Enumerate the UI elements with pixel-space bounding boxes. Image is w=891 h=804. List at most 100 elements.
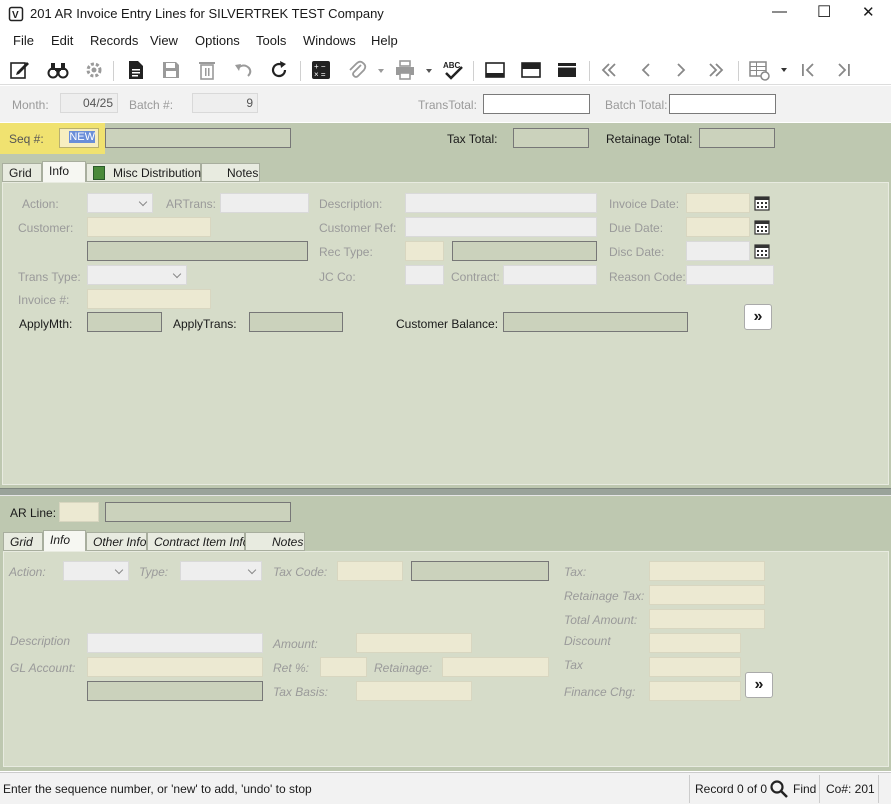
tab-misc-distributions[interactable]: Misc Distributions [86,163,207,182]
menu-view[interactable]: View [150,33,178,48]
tax-two-field[interactable] [649,657,741,677]
line-action-select[interactable] [63,561,129,581]
search-icon[interactable] [769,779,789,799]
find-button[interactable]: Find [793,782,816,796]
maximize-button[interactable]: ☐ [817,2,831,22]
finance-chg-label: Finance Chg: [564,685,636,699]
line-description-field[interactable] [87,633,263,653]
retainage-tax-field[interactable] [649,585,765,605]
calendar-icon[interactable] [753,194,771,212]
tab-other-info[interactable]: Other Info [86,532,147,551]
grid-settings-dropdown-icon[interactable] [781,68,787,72]
action-select[interactable] [87,193,153,213]
invoice-no-field[interactable] [87,289,211,309]
calculator-icon[interactable]: + − × = [310,59,332,81]
ar-line-field[interactable] [59,502,99,522]
layout-top-icon[interactable] [520,59,542,81]
tab-grid[interactable]: Grid [2,163,42,182]
company-number: Co#: 201 [826,782,875,796]
contract-field[interactable] [503,265,597,285]
due-date-field[interactable] [686,217,750,237]
line-type-select[interactable] [180,561,262,581]
attach-icon[interactable] [346,59,368,81]
print-icon[interactable] [394,59,416,81]
first-double-icon[interactable] [598,59,620,81]
invoice-date-field[interactable] [686,193,750,213]
jc-co-field[interactable] [405,265,444,285]
menu-windows[interactable]: Windows [303,33,356,48]
retainage-field[interactable] [442,657,549,677]
undo-icon[interactable] [232,59,254,81]
tax-basis-label: Tax Basis: [273,685,328,699]
gl-account-field[interactable] [87,657,263,677]
tax-field[interactable] [649,561,765,581]
menu-options[interactable]: Options [195,33,240,48]
spellcheck-icon[interactable]: ABC [442,59,464,81]
discount-field[interactable] [649,633,741,653]
binoculars-icon[interactable] [47,59,69,81]
menu-help[interactable]: Help [371,33,398,48]
ret-pct-label: Ret %: [273,661,310,675]
last-double-icon[interactable] [705,59,727,81]
finance-chg-field[interactable] [649,681,741,701]
refresh-icon[interactable] [268,59,290,81]
rec-type-field[interactable] [405,241,444,261]
edit-icon[interactable] [9,59,31,81]
menu-records[interactable]: Records [90,33,138,48]
seq-field[interactable]: NEW [59,128,99,148]
attach-dropdown-icon[interactable] [378,69,384,73]
new-record-icon[interactable] [125,59,147,81]
prev-icon[interactable] [635,59,657,81]
tab-notes[interactable]: Notes [201,163,260,182]
batch-field[interactable]: 9 [192,93,258,113]
next-icon[interactable] [670,59,692,81]
line-more-info-button[interactable]: » [745,672,773,698]
month-field[interactable]: 04/25 [60,93,118,113]
grid-settings-icon[interactable] [748,59,770,81]
batch-total-field[interactable] [669,94,776,114]
description-field[interactable] [405,193,597,213]
layout-full-icon[interactable] [556,59,578,81]
tax-basis-field[interactable] [356,681,472,701]
section-splitter[interactable] [0,488,891,496]
tab-contract-item-info[interactable]: Contract Item Info [147,532,249,551]
ar-line-description-field [105,502,291,522]
ar-line-label: AR Line: [10,506,57,520]
more-info-button[interactable]: » [744,304,772,330]
calendar-icon[interactable] [753,218,771,236]
invoice-no-label: Invoice #: [18,293,70,307]
tab-lines-grid[interactable]: Grid [3,532,43,551]
reason-code-field[interactable] [686,265,774,285]
tab-lines-notes[interactable]: Notes [245,532,305,551]
print-dropdown-icon[interactable] [426,69,432,73]
amount-field[interactable] [356,633,472,653]
save-icon[interactable] [160,59,182,81]
close-button[interactable]: ✕ [862,3,875,21]
first-record-icon[interactable] [797,59,819,81]
batch-bar: Month: 04/25 Batch #: 9 TransTotal: Batc… [0,86,891,122]
layout-bottom-icon[interactable] [484,59,506,81]
menu-tools[interactable]: Tools [256,33,286,48]
customer-ref-field[interactable] [405,217,597,237]
tab-info[interactable]: Info [42,161,86,182]
ret-pct-field[interactable] [320,657,367,677]
tab-lines-info[interactable]: Info [43,530,86,551]
menu-edit[interactable]: Edit [51,33,73,48]
total-amount-field[interactable] [649,609,765,629]
disc-date-field[interactable] [686,241,750,261]
customer-balance-field [503,312,688,332]
delete-icon[interactable] [196,59,218,81]
info-panel: Action: ARTrans: Description: Invoice Da… [2,182,889,485]
minimize-button[interactable]: — [772,3,787,20]
tax-code-field[interactable] [337,561,403,581]
customer-field[interactable] [87,217,211,237]
trans-type-select[interactable] [87,265,187,285]
menu-file[interactable]: File [13,33,34,48]
calendar-icon[interactable] [753,242,771,260]
rec-type-label: Rec Type: [319,245,373,259]
gear-icon[interactable] [83,59,105,81]
trans-total-field[interactable] [483,94,590,114]
artrans-field[interactable] [220,193,309,213]
batch-label: Batch #: [129,98,174,112]
last-record-icon[interactable] [833,59,855,81]
